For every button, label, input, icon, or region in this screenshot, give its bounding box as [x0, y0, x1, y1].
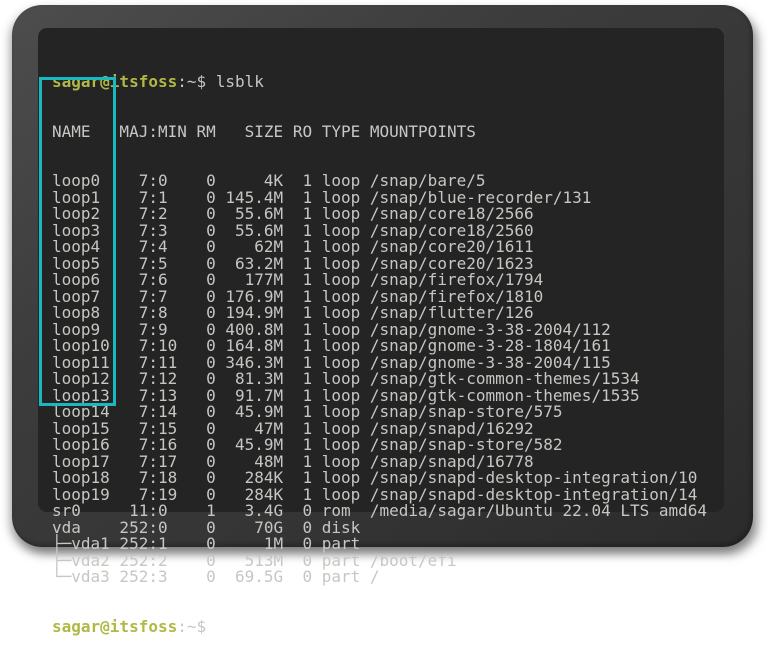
- loop-names-highlight-box: [39, 77, 116, 406]
- lsblk-row: ├─vda2 252:2 0 513M 0 part /boot/efi: [52, 553, 707, 570]
- terminal-window: sagar@itsfoss:~$ lsblk NAME MAJ:MIN RM S…: [12, 5, 753, 547]
- prompt-suffix: :~$: [177, 72, 216, 91]
- prompt-line: sagar@itsfoss:~$ lsblk: [52, 74, 707, 91]
- typed-command: lsblk: [216, 72, 264, 91]
- lsblk-header-row: NAME MAJ:MIN RM SIZE RO TYPE MOUNTPOINTS: [52, 124, 707, 141]
- lsblk-output: loop0 7:0 0 4K 1 loop /snap/bare/5loop1 …: [52, 173, 707, 586]
- prompt-line-2: sagar@itsfoss:~$: [52, 619, 707, 636]
- terminal-text: sagar@itsfoss:~$ lsblk NAME MAJ:MIN RM S…: [52, 41, 707, 668]
- terminal-screen[interactable]: sagar@itsfoss:~$ lsblk NAME MAJ:MIN RM S…: [38, 28, 724, 512]
- prompt-user-host: sagar@itsfoss: [52, 617, 177, 636]
- prompt-suffix: :~$: [177, 617, 216, 636]
- lsblk-row: └─vda3 252:3 0 69.5G 0 part /: [52, 569, 707, 586]
